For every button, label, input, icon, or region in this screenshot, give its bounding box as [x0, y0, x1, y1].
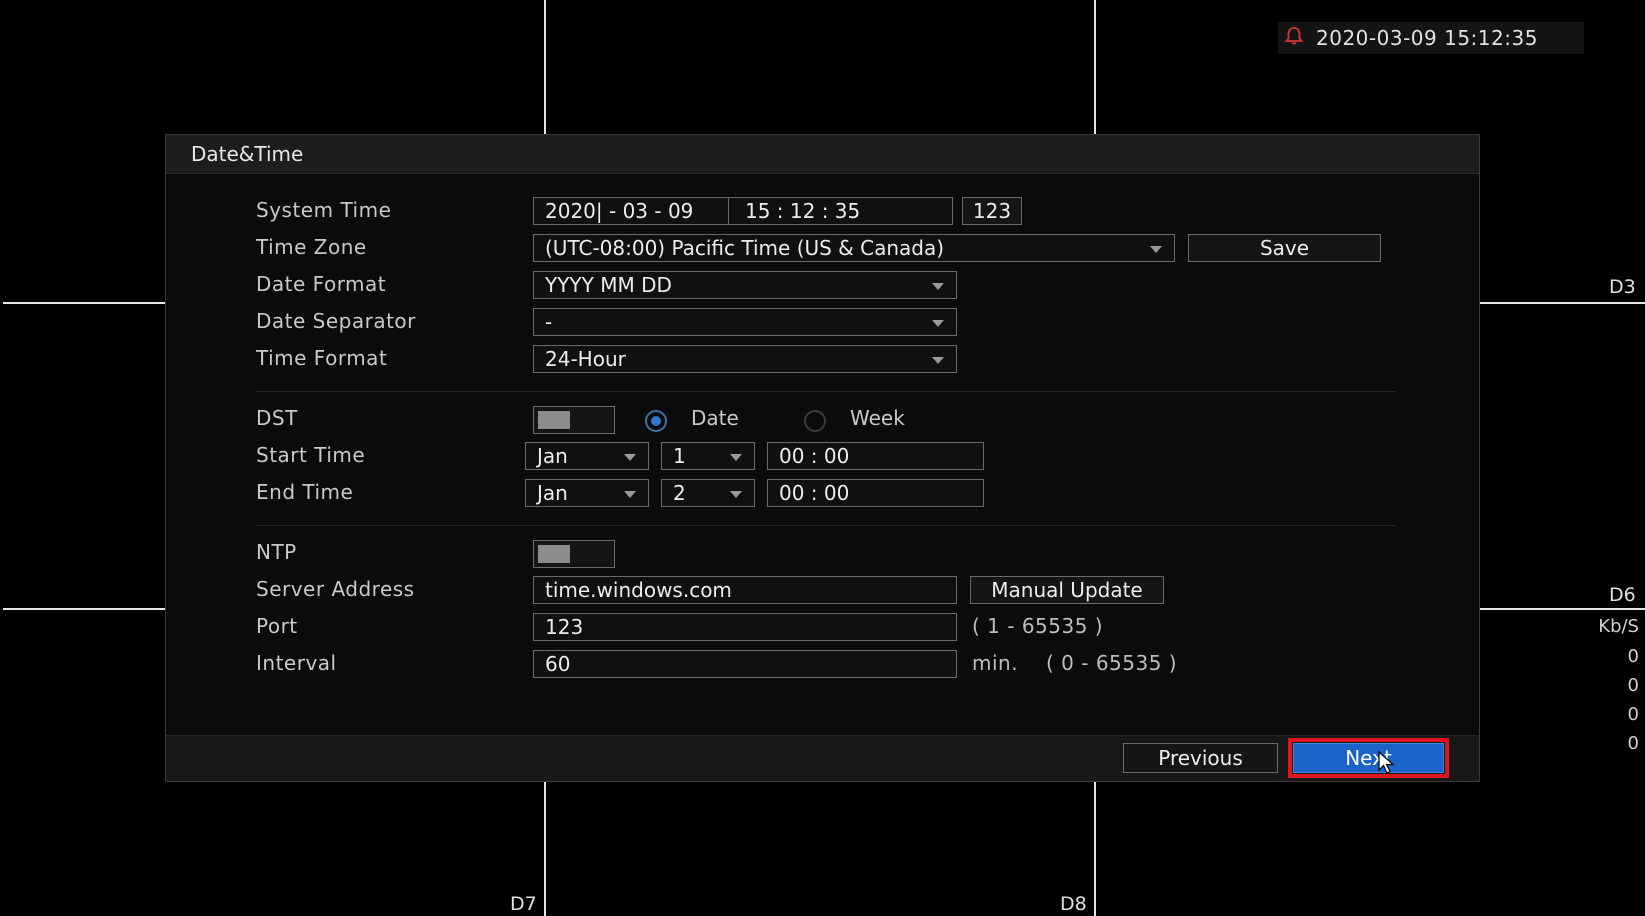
grid-vertical-line-left-bottom: [544, 782, 546, 916]
start-time-field[interactable]: 00 : 00: [767, 442, 984, 470]
dst-date-label: Date: [691, 406, 739, 430]
start-month-value: Jan: [537, 444, 568, 468]
channel-label-d8: D8: [1060, 893, 1087, 915]
bitrate-unit: Kb/S: [1598, 616, 1639, 637]
date-format-value: YYYY MM DD: [545, 273, 672, 297]
dialog-titlebar: Date&Time: [166, 135, 1479, 174]
port-label: Port: [256, 614, 298, 638]
port-range-hint: ( 1 - 65535 ): [972, 614, 1104, 638]
start-day-value: 1: [673, 444, 686, 468]
port-field[interactable]: 123: [533, 613, 957, 641]
date-format-select[interactable]: YYYY MM DD: [533, 271, 957, 299]
time-zone-value: (UTC-08:00) Pacific Time (US & Canada): [545, 236, 945, 260]
end-time-label: End Time: [256, 480, 354, 504]
bitrate-value: 0: [1627, 675, 1639, 696]
end-day-value: 2: [673, 481, 686, 505]
ntp-toggle[interactable]: [533, 540, 615, 568]
interval-field[interactable]: 60: [533, 650, 957, 678]
bell-icon: [1284, 26, 1304, 50]
end-month-value: Jan: [537, 481, 568, 505]
bitrate-value: 0: [1627, 704, 1639, 725]
grid-horizontal-line-right-upper: [1480, 302, 1645, 304]
interval-label: Interval: [256, 651, 337, 675]
ntp-label: NTP: [256, 540, 297, 564]
time-zone-select[interactable]: (UTC-08:00) Pacific Time (US & Canada): [533, 234, 1175, 262]
system-clock: 2020-03-09 15:12:35: [1278, 22, 1584, 54]
grid-horizontal-line-right-lower: [1480, 608, 1645, 610]
system-time-label: System Time: [256, 198, 392, 222]
start-time-label: Start Time: [256, 443, 366, 467]
keyboard-input-button[interactable]: 123: [962, 197, 1022, 225]
dst-date-radio[interactable]: [645, 410, 667, 432]
dst-label: DST: [256, 406, 298, 430]
time-format-label: Time Format: [256, 346, 388, 370]
date-time-dialog: Date&Time System Time 2020| - 03 - 09 15…: [165, 134, 1480, 782]
grid-horizontal-line-left-lower: [3, 608, 165, 610]
section-divider: [256, 391, 1396, 392]
system-date-field[interactable]: 2020| - 03 - 09: [533, 197, 729, 225]
channel-label-d7: D7: [510, 893, 537, 915]
channel-label-d6: D6: [1609, 584, 1636, 606]
server-address-field[interactable]: time.windows.com: [533, 576, 957, 604]
grid-vertical-line-right-bottom: [1094, 782, 1096, 916]
dst-week-radio[interactable]: [804, 410, 826, 432]
date-separator-value: -: [545, 310, 553, 334]
interval-unit: min.: [972, 651, 1019, 675]
section-divider: [256, 525, 1396, 526]
bitrate-value: 0: [1627, 646, 1639, 667]
grid-vertical-line-right-top: [1094, 0, 1096, 134]
dst-toggle[interactable]: [533, 406, 615, 434]
end-day-select[interactable]: 2: [661, 479, 755, 507]
next-button[interactable]: Next: [1288, 738, 1449, 778]
manual-update-button[interactable]: Manual Update: [970, 576, 1164, 604]
time-zone-label: Time Zone: [256, 235, 367, 259]
interval-range-hint: ( 0 - 65535 ): [1046, 651, 1178, 675]
start-month-select[interactable]: Jan: [525, 442, 649, 470]
clock-datetime: 2020-03-09 15:12:35: [1316, 26, 1538, 50]
previous-button[interactable]: Previous: [1123, 743, 1278, 773]
time-format-select[interactable]: 24-Hour: [533, 345, 957, 373]
grid-horizontal-line-left-upper: [3, 302, 165, 304]
end-time-field[interactable]: 00 : 00: [767, 479, 984, 507]
start-day-select[interactable]: 1: [661, 442, 755, 470]
ntp-toggle-knob: [538, 545, 570, 563]
time-format-value: 24-Hour: [545, 347, 626, 371]
dialog-footer: Previous Next: [166, 735, 1479, 781]
grid-vertical-line-left-top: [544, 0, 546, 134]
dialog-title: Date&Time: [191, 142, 304, 166]
bitrate-value: 0: [1627, 733, 1639, 754]
channel-label-d3: D3: [1609, 276, 1636, 298]
server-address-label: Server Address: [256, 577, 415, 601]
dst-week-label: Week: [850, 406, 905, 430]
dst-toggle-knob: [538, 411, 570, 429]
date-separator-label: Date Separator: [256, 309, 416, 333]
system-time-field[interactable]: 15 : 12 : 35: [728, 197, 953, 225]
date-separator-select[interactable]: -: [533, 308, 957, 336]
save-button[interactable]: Save: [1188, 234, 1381, 262]
date-format-label: Date Format: [256, 272, 387, 296]
end-month-select[interactable]: Jan: [525, 479, 649, 507]
mouse-cursor-icon: [1378, 750, 1396, 779]
